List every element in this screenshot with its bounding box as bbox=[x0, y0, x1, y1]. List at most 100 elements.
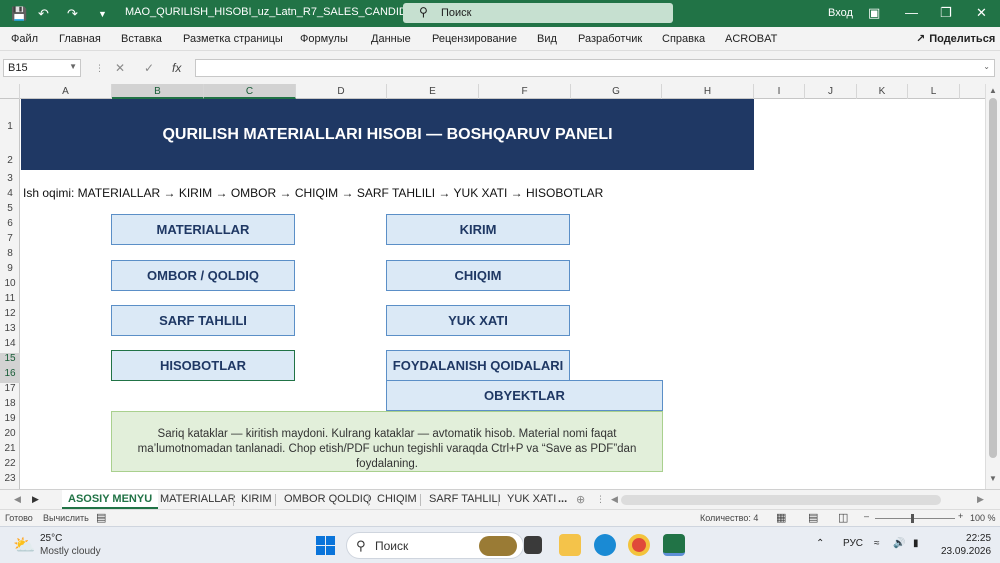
zoom-level[interactable]: 100 % bbox=[970, 513, 996, 523]
tab-page-layout[interactable]: Разметка страницы bbox=[183, 33, 283, 45]
column-header[interactable]: C bbox=[204, 84, 296, 99]
sheet-tab-yuk-xati[interactable]: YUK XATI bbox=[507, 493, 556, 505]
column-header[interactable]: A bbox=[20, 84, 112, 99]
row-header[interactable]: 5 bbox=[0, 203, 20, 218]
scroll-thumb[interactable] bbox=[989, 98, 997, 458]
zoom-in-icon[interactable]: + bbox=[958, 511, 963, 521]
row-header[interactable]: 6 bbox=[0, 218, 20, 233]
column-header[interactable]: D bbox=[296, 84, 387, 99]
row-header[interactable]: 23 bbox=[0, 473, 20, 488]
worksheet-grid[interactable]: A B C D E F G H I J K L 1 2 3 4 5 6 7 8 … bbox=[0, 84, 1000, 489]
row-header[interactable]: 21 bbox=[0, 443, 20, 458]
sheet-tab-kirim[interactable]: KIRIM bbox=[241, 493, 272, 505]
scroll-left-icon[interactable]: ◀ bbox=[611, 494, 618, 505]
page-layout-view-icon[interactable]: ▤ bbox=[808, 511, 818, 524]
cancel-icon[interactable]: ✕ bbox=[115, 61, 125, 75]
sheet-tab-sarf-tahlili[interactable]: SARF TAHLILI bbox=[429, 493, 501, 505]
formula-input[interactable]: ⌄ bbox=[195, 59, 995, 77]
tab-formulas[interactable]: Формулы bbox=[300, 33, 348, 45]
column-header[interactable]: K bbox=[857, 84, 908, 99]
tab-insert[interactable]: Вставка bbox=[121, 33, 162, 45]
zoom-slider-knob[interactable] bbox=[911, 514, 914, 523]
zoom-out-icon[interactable]: – bbox=[864, 511, 869, 521]
row-header[interactable]: 19 bbox=[0, 413, 20, 428]
row-header[interactable]: 7 bbox=[0, 233, 20, 248]
row-header[interactable]: 16 bbox=[0, 368, 20, 383]
search-box[interactable]: ⚲ Поиск bbox=[403, 3, 673, 23]
column-header[interactable]: I bbox=[754, 84, 805, 99]
next-sheet-icon[interactable]: ▶ bbox=[32, 494, 39, 505]
sheet-tab-asosiy-menyu[interactable]: ASOSIY MENYU bbox=[62, 490, 159, 509]
more-options-icon[interactable]: ⋮ bbox=[95, 63, 104, 74]
edge-browser-icon[interactable] bbox=[594, 534, 616, 556]
scroll-down-icon[interactable]: ▼ bbox=[989, 474, 997, 483]
tab-view[interactable]: Вид bbox=[537, 33, 557, 45]
page-break-view-icon[interactable]: ◫ bbox=[838, 511, 848, 524]
normal-view-icon[interactable]: ▦ bbox=[776, 511, 786, 524]
horizontal-scrollbar[interactable] bbox=[621, 495, 941, 505]
windows-start-icon[interactable] bbox=[316, 536, 335, 555]
insert-function-icon[interactable]: fx bbox=[172, 61, 181, 75]
foydalanish-qoidalari-button[interactable]: FOYDALANISH QOIDALARI bbox=[386, 350, 570, 381]
column-header[interactable]: F bbox=[479, 84, 571, 99]
close-icon[interactable]: ✕ bbox=[976, 5, 987, 21]
row-header[interactable]: 15 bbox=[0, 353, 20, 368]
row-header[interactable]: 1 bbox=[0, 121, 20, 136]
expand-formula-icon[interactable]: ⌄ bbox=[983, 62, 990, 71]
input-language[interactable]: РУС bbox=[843, 538, 863, 549]
save-icon[interactable]: 💾 bbox=[11, 6, 27, 22]
zoom-slider[interactable] bbox=[875, 518, 955, 519]
row-header[interactable]: 3 bbox=[0, 173, 20, 188]
tab-file[interactable]: Файл bbox=[11, 33, 38, 45]
undo-icon[interactable]: ↶ bbox=[38, 6, 49, 22]
row-header[interactable]: 9 bbox=[0, 263, 20, 278]
more-sheets-button[interactable]: ... bbox=[558, 493, 567, 505]
tab-review[interactable]: Рецензирование bbox=[432, 33, 517, 45]
row-header[interactable]: 18 bbox=[0, 398, 20, 413]
weather-icon[interactable]: ⛅ bbox=[13, 535, 35, 556]
volume-icon[interactable]: 🔊 bbox=[893, 538, 905, 549]
row-header[interactable]: 11 bbox=[0, 293, 20, 308]
tab-data[interactable]: Данные bbox=[371, 33, 411, 45]
row-header[interactable]: 20 bbox=[0, 428, 20, 443]
select-all-corner[interactable] bbox=[0, 84, 20, 99]
sheet-tab-chiqim[interactable]: CHIQIM bbox=[377, 493, 417, 505]
column-header[interactable]: E bbox=[387, 84, 479, 99]
prev-sheet-icon[interactable]: ◀ bbox=[14, 494, 21, 505]
excel-app-icon[interactable] bbox=[663, 534, 685, 556]
share-button[interactable]: ↗ Поделиться bbox=[916, 32, 995, 45]
materiallar-button[interactable]: MATERIALLAR bbox=[111, 214, 295, 245]
file-explorer-icon[interactable] bbox=[559, 534, 581, 556]
column-header[interactable]: G bbox=[571, 84, 662, 99]
tab-home[interactable]: Главная bbox=[59, 33, 101, 45]
calculate-button[interactable]: Вычислить bbox=[43, 513, 89, 523]
column-header[interactable]: H bbox=[662, 84, 754, 99]
column-header[interactable]: L bbox=[908, 84, 960, 99]
row-header[interactable]: 13 bbox=[0, 323, 20, 338]
sheet-tab-materiallar[interactable]: MATERIALLAR bbox=[160, 493, 236, 505]
row-header[interactable]: 2 bbox=[0, 155, 20, 170]
sarf-tahlili-button[interactable]: SARF TAHLILI bbox=[111, 305, 295, 336]
scroll-up-icon[interactable]: ▲ bbox=[989, 86, 997, 95]
name-box[interactable]: B15 ▼ bbox=[3, 59, 81, 77]
tab-split-handle-icon[interactable]: ⋮ bbox=[596, 494, 605, 505]
chrome-browser-icon[interactable] bbox=[628, 534, 650, 556]
tab-help[interactable]: Справка bbox=[662, 33, 705, 45]
row-header[interactable]: 4 bbox=[0, 188, 20, 203]
ribbon-display-icon[interactable]: ▣ bbox=[868, 5, 880, 21]
row-header[interactable]: 10 bbox=[0, 278, 20, 293]
hisobotlar-button[interactable]: HISOBOTLAR bbox=[111, 350, 295, 381]
battery-icon[interactable]: ▮ bbox=[913, 538, 919, 549]
obyektlar-button[interactable]: OBYEKTLAR bbox=[386, 380, 663, 411]
row-header[interactable]: 14 bbox=[0, 338, 20, 353]
row-header[interactable]: 8 bbox=[0, 248, 20, 263]
wifi-icon[interactable]: ≈ bbox=[874, 538, 880, 549]
customize-quick-access-icon[interactable]: ▼ bbox=[98, 9, 107, 19]
task-view-icon[interactable] bbox=[524, 536, 542, 554]
tab-acrobat[interactable]: ACROBAT bbox=[725, 33, 777, 45]
minimize-icon[interactable]: — bbox=[905, 5, 918, 20]
sheet-tab-ombor-qoldiq[interactable]: OMBOR QOLDIQ bbox=[284, 493, 371, 505]
yuk-xati-button[interactable]: YUK XATI bbox=[386, 305, 570, 336]
chiqim-button[interactable]: CHIQIM bbox=[386, 260, 570, 291]
kirim-button[interactable]: KIRIM bbox=[386, 214, 570, 245]
